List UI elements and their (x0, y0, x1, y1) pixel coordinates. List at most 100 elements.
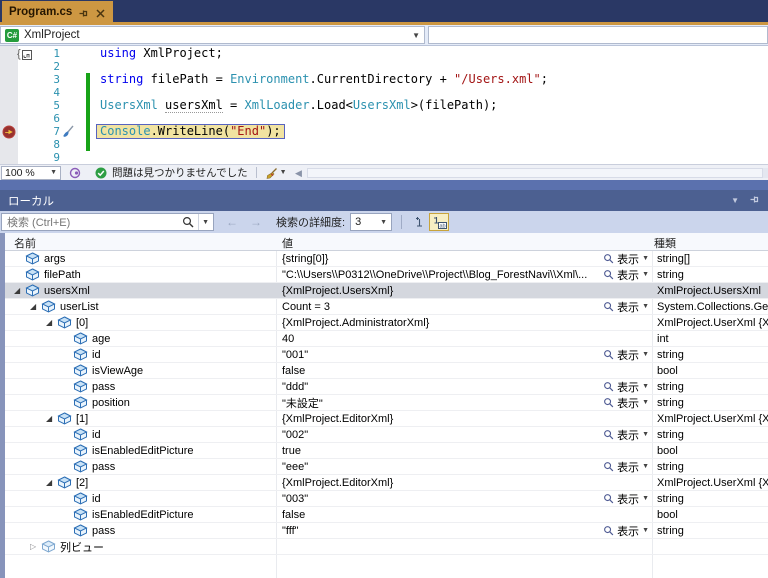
cell-name: id (5, 427, 276, 442)
view-visualizer-button[interactable]: 表示 ▼ (603, 491, 652, 506)
variable-name: pass (92, 460, 116, 473)
cell-name: id (5, 491, 276, 506)
variable-name: 列ビュー (60, 541, 104, 554)
table-row[interactable]: pass "fff" 表示 ▼ string (5, 523, 768, 539)
variable-value: "002" (282, 428, 309, 441)
scroll-left-icon[interactable]: ◀ (295, 168, 307, 179)
table-row[interactable]: ▷ 列ビュー (5, 539, 768, 555)
table-row[interactable]: position "未設定" 表示 ▼ string (5, 395, 768, 411)
variable-name: age (92, 332, 111, 345)
code-line[interactable]: UsersXml usersXml = XmlLoader.Load<Users… (100, 98, 548, 113)
view-visualizer-button[interactable]: 表示 ▼ (603, 267, 652, 282)
close-icon[interactable] (95, 6, 106, 18)
variable-name: position (92, 396, 130, 409)
pin-icon[interactable] (78, 6, 89, 17)
view-visualizer-button[interactable]: 表示 ▼ (603, 427, 652, 442)
table-row[interactable]: isEnabledEditPicture false bool (5, 507, 768, 523)
table-row[interactable]: args {string[0]} 表示 ▼ string[] (5, 251, 768, 267)
cell-name: ▷ 列ビュー (5, 539, 276, 554)
expand-toggle-icon[interactable]: ◢ (46, 478, 57, 487)
locals-title-bar[interactable]: ローカル ▼ (0, 190, 768, 211)
search-depth-label: 検索の詳細度: (276, 217, 346, 229)
variable-type: XmlProject.UserXml {X (657, 476, 768, 489)
table-row[interactable]: age 40 int (5, 331, 768, 347)
table-row[interactable]: ◢ userList Count = 3 表示 ▼ System.Collections.… (5, 299, 768, 315)
code-line[interactable]: string filePath = Environment.CurrentDir… (100, 73, 548, 86)
scrollbar-track[interactable] (307, 168, 768, 178)
pin-property-button[interactable] (409, 213, 429, 231)
table-row[interactable]: isViewAge false bool (5, 363, 768, 379)
code-line[interactable] (100, 151, 548, 164)
expand-toggle-icon[interactable]: ◢ (46, 318, 57, 327)
expand-toggle-icon[interactable]: ▷ (30, 542, 41, 551)
view-visualizer-button[interactable]: 表示 ▼ (603, 395, 652, 410)
table-row[interactable]: isEnabledEditPicture true bool (5, 443, 768, 459)
view-visualizer-button[interactable]: 表示 ▼ (603, 379, 652, 394)
navigation-bar: C# XmlProject ▼ (0, 25, 768, 46)
chevron-down-icon[interactable]: ▼ (280, 169, 287, 176)
zoom-dropdown[interactable]: 100 % ▼ (1, 165, 61, 180)
feedback-icon[interactable] (69, 167, 81, 179)
chevron-down-icon: ▼ (50, 169, 57, 176)
column-header-value[interactable]: 値 (282, 235, 293, 251)
variable-type: int (657, 332, 669, 345)
search-forward-icon[interactable]: → (250, 215, 262, 229)
chevron-down-icon[interactable]: ▼ (202, 219, 209, 226)
expand-toggle-icon[interactable]: ◢ (46, 414, 57, 423)
field-cube-icon (25, 268, 40, 281)
field-cube-icon (73, 364, 88, 377)
expand-toggle-icon[interactable]: ◢ (14, 286, 25, 295)
edit-pen-icon (61, 125, 75, 139)
table-row[interactable]: ◢ usersXml {XmlProject.UsersXml} XmlProject… (5, 283, 768, 299)
table-row[interactable]: id "003" 表示 ▼ string (5, 491, 768, 507)
variable-name: args (44, 252, 66, 265)
variable-name: isEnabledEditPicture (92, 444, 194, 457)
code-editor[interactable]: { 123456789 using XmlProject; string file… (0, 46, 768, 164)
view-visualizer-button[interactable]: 表示 ▼ (603, 299, 652, 314)
show-pinned-members-toggle[interactable]: ab (429, 213, 450, 231)
view-visualizer-button[interactable]: 表示 ▼ (603, 459, 652, 474)
search-input[interactable]: 検索 (Ctrl+E) ▼ (1, 213, 214, 231)
cell-name: ◢ [2] (5, 475, 276, 490)
variable-type: XmlProject.UserXml {X (657, 316, 768, 329)
table-row[interactable]: id "001" 表示 ▼ string (5, 347, 768, 363)
table-row[interactable]: ◢ [2] {XmlProject.EditorXml} XmlProject.Use… (5, 475, 768, 491)
cell-value: "002" 表示 ▼ (282, 427, 652, 442)
field-cube-icon (73, 348, 88, 361)
code-cleanup-broom-icon[interactable] (265, 167, 277, 179)
table-row[interactable]: id "002" 表示 ▼ string (5, 427, 768, 443)
table-row[interactable]: pass "eee" 表示 ▼ string (5, 459, 768, 475)
table-row[interactable]: ◢ [0] {XmlProject.AdministratorXml} XmlProj… (5, 315, 768, 331)
cell-name: ◢ usersXml (5, 283, 276, 298)
pane-splitter[interactable] (0, 180, 768, 190)
table-row[interactable]: filePath "C:\\Users\\P0312\\OneDrive\\Pro… (5, 267, 768, 283)
view-label: 表示 (617, 253, 640, 266)
view-visualizer-button[interactable]: 表示 ▼ (603, 347, 652, 362)
search-depth-dropdown[interactable]: 3 ▼ (350, 213, 393, 231)
breakpoint-current-statement-icon[interactable] (2, 125, 16, 139)
project-dropdown[interactable]: C# XmlProject ▼ (0, 26, 425, 44)
table-row[interactable]: ◢ [1] {XmlProject.EditorXml} XmlProject.Use… (5, 411, 768, 427)
code-line[interactable] (100, 138, 548, 151)
field-cube-icon (73, 492, 88, 505)
member-dropdown[interactable] (428, 26, 768, 44)
code-line[interactable]: Console.WriteLine("End"); (96, 124, 285, 139)
scrollbar-thumb[interactable] (307, 168, 764, 178)
expand-toggle-icon[interactable]: ◢ (30, 302, 41, 311)
horizontal-scrollbar[interactable]: ◀ (295, 167, 768, 179)
column-header-type[interactable]: 種類 (654, 235, 676, 251)
pin-icon[interactable] (749, 194, 760, 208)
table-row[interactable]: pass "ddd" 表示 ▼ string (5, 379, 768, 395)
code-line[interactable]: using XmlProject; (100, 47, 548, 60)
cell-value: false (282, 507, 652, 522)
search-back-icon[interactable]: ← (226, 215, 238, 229)
breakpoint-gutter[interactable] (0, 46, 18, 164)
health-check-icon[interactable] (95, 167, 107, 179)
view-visualizer-button[interactable]: 表示 ▼ (603, 251, 652, 266)
view-visualizer-button[interactable]: 表示 ▼ (603, 523, 652, 538)
variable-type: string (657, 348, 684, 361)
window-menu-chevron-icon[interactable]: ▼ (731, 196, 739, 205)
search-icon[interactable] (182, 216, 194, 228)
tab-program-cs[interactable]: Program.cs (2, 1, 114, 22)
column-header-name[interactable]: 名前 (14, 235, 36, 251)
